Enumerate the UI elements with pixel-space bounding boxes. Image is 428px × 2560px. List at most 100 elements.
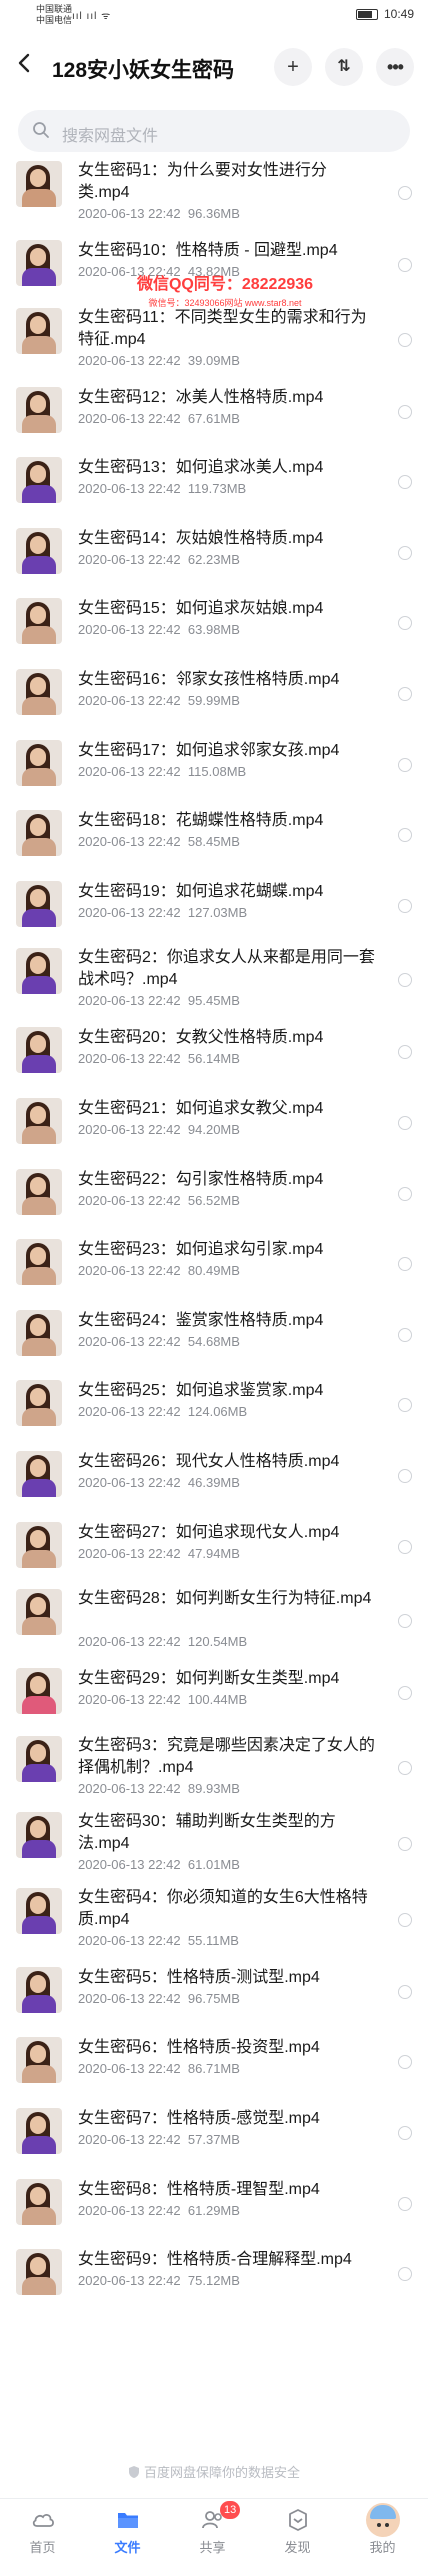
- file-list-item[interactable]: 女生密码1：为什么要对女性进行分类.mp4 2020-06-13 22:42 96…: [0, 160, 428, 236]
- avatar: [366, 2503, 400, 2537]
- file-list-item[interactable]: 女生密码16：邻家女孩性格特质.mp4 2020-06-13 22:42 59.9…: [0, 665, 428, 736]
- file-meta: 2020-06-13 22:42 100.44MB: [78, 1692, 247, 1707]
- select-checkbox[interactable]: [398, 898, 412, 913]
- file-name: 女生密码27：如何追求现代女人.mp4: [78, 1523, 340, 1541]
- search-input[interactable]: 搜索网盘文件: [18, 110, 410, 152]
- video-thumbnail: [16, 1966, 62, 2013]
- carrier-2: 中国电信: [36, 15, 73, 25]
- select-checkbox[interactable]: [398, 258, 412, 272]
- file-list-item[interactable]: 女生密码6：性格特质-投资型.mp4 2020-06-13 22:42 86.71…: [0, 2033, 428, 2104]
- file-list-item[interactable]: 女生密码2：你追求女人从来都是用同一套战术吗？.mp4 2020-06-13 22…: [0, 947, 428, 1023]
- file-list-item[interactable]: 女生密码18：花蝴蝶性格特质.mp4 2020-06-13 22:42 58.45…: [0, 806, 428, 877]
- select-checkbox[interactable]: [398, 1984, 412, 1999]
- file-list-item[interactable]: 女生密码14：灰姑娘性格特质.mp4 2020-06-13 22:42 62.23…: [0, 524, 428, 595]
- select-checkbox[interactable]: [398, 687, 412, 701]
- file-list-item[interactable]: 女生密码24：鉴赏家性格特质.mp4 2020-06-13 22:42 54.68…: [0, 1306, 428, 1377]
- select-checkbox[interactable]: [398, 2126, 412, 2140]
- file-size: 96.75MB: [187, 1990, 240, 2006]
- file-list-item[interactable]: 女生密码23：如何追求勾引家.mp4 2020-06-13 22:42 80.49…: [0, 1235, 428, 1306]
- select-checkbox[interactable]: [398, 1836, 412, 1851]
- file-size: 39.09MB: [187, 352, 240, 368]
- select-checkbox[interactable]: [398, 475, 412, 490]
- select-checkbox[interactable]: [398, 2196, 412, 2211]
- tab-mine[interactable]: 我的: [340, 2499, 425, 2560]
- file-list-item[interactable]: 女生密码22：勾引家性格特质.mp4 2020-06-13 22:42 56.52…: [0, 1165, 428, 1236]
- select-checkbox[interactable]: [398, 828, 412, 843]
- file-size: 46.39MB: [187, 1475, 240, 1490]
- file-list-item[interactable]: 女生密码8：性格特质-理智型.mp4 2020-06-13 22:42 61.29…: [0, 2175, 428, 2246]
- select-checkbox[interactable]: [398, 1760, 412, 1775]
- file-list-item[interactable]: 女生密码11：不同类型女生的需求和行为特征.mp4 2020-06-13 22:4…: [0, 307, 428, 383]
- add-button[interactable]: +: [274, 48, 312, 86]
- file-list-item[interactable]: 女生密码12：冰美人性格特质.mp4 2020-06-13 22:42 67.61…: [0, 383, 428, 454]
- file-list-item[interactable]: 女生密码25：如何追求鉴赏家.mp4 2020-06-13 22:42 124.0…: [0, 1376, 428, 1447]
- file-name: 女生密码21：如何追求女教父.mp4: [78, 1100, 324, 1117]
- file-name: 女生密码15：如何追求灰姑娘.mp4: [78, 600, 324, 618]
- file-date: 2020-06-13 22:42: [78, 1263, 181, 1279]
- file-size: 57.37MB: [187, 2132, 240, 2147]
- file-list-item[interactable]: 女生密码4：你必须知道的女生6大性格特质.mp4 2020-06-13 22:42…: [0, 1887, 428, 1963]
- file-name: 女生密码19：如何追求花蝴蝶.mp4: [78, 882, 324, 900]
- file-list-item[interactable]: 女生密码27：如何追求现代女人.mp4 2020-06-13 22:42 47.9…: [0, 1518, 428, 1589]
- tab-files-label: 文件: [114, 2540, 141, 2555]
- file-list-item[interactable]: 女生密码26：现代女人性格特质.mp4 2020-06-13 22:42 46.3…: [0, 1447, 428, 1518]
- file-size: 56.14MB: [187, 1051, 240, 1067]
- select-checkbox[interactable]: [398, 757, 412, 772]
- select-checkbox[interactable]: [398, 1539, 412, 1554]
- select-checkbox[interactable]: [398, 616, 412, 631]
- select-checkbox[interactable]: [398, 2267, 412, 2282]
- select-checkbox[interactable]: [398, 1186, 412, 1201]
- file-list-item[interactable]: 女生密码13：如何追求冰美人.mp4 2020-06-13 22:42 119.7…: [0, 453, 428, 524]
- tab-share[interactable]: 13 共享: [170, 2499, 255, 2560]
- file-name: 女生密码16：邻家女孩性格特质.mp4: [78, 671, 340, 688]
- file-name: 女生密码8：性格特质-理智型.mp4: [78, 2180, 320, 2198]
- file-list-item[interactable]: 女生密码3：究竟是哪些因素决定了女人的择偶机制？.mp4 2020-06-13 2…: [0, 1735, 428, 1811]
- select-checkbox[interactable]: [398, 1686, 412, 1701]
- select-checkbox[interactable]: [398, 1116, 412, 1130]
- select-checkbox[interactable]: [398, 1257, 412, 1272]
- select-checkbox[interactable]: [398, 404, 412, 419]
- select-checkbox[interactable]: [398, 1614, 412, 1629]
- video-thumbnail: [16, 1887, 62, 1934]
- file-list-item[interactable]: 女生密码5：性格特质-测试型.mp4 2020-06-13 22:42 96.75…: [0, 1963, 428, 2034]
- file-list-item[interactable]: 女生密码9：性格特质-合理解释型.mp4 2020-06-13 22:42 75.…: [0, 2245, 428, 2316]
- select-checkbox[interactable]: [398, 186, 412, 200]
- file-date: 2020-06-13 22:42: [78, 763, 181, 779]
- select-checkbox[interactable]: [398, 2055, 412, 2070]
- file-list-item[interactable]: 女生密码20：女教父性格特质.mp4 2020-06-13 22:42 56.14…: [0, 1023, 428, 1094]
- file-list-item[interactable]: 女生密码21：如何追求女教父.mp4 2020-06-13 22:42 94.20…: [0, 1094, 428, 1165]
- select-checkbox[interactable]: [398, 332, 412, 347]
- select-checkbox[interactable]: [398, 1912, 412, 1927]
- file-date: 2020-06-13 22:42: [78, 206, 181, 221]
- select-checkbox[interactable]: [398, 1398, 412, 1413]
- file-size: 43.82MB: [187, 264, 240, 279]
- file-list-item[interactable]: 女生密码7：性格特质-感觉型.mp4 2020-06-13 22:42 57.37…: [0, 2104, 428, 2175]
- sort-button[interactable]: ⇅: [325, 48, 363, 86]
- file-list-item[interactable]: 女生密码19：如何追求花蝴蝶.mp4 2020-06-13 22:42 127.0…: [0, 877, 428, 948]
- back-button[interactable]: [14, 52, 42, 80]
- file-list-item[interactable]: 女生密码15：如何追求灰姑娘.mp4 2020-06-13 22:42 63.98…: [0, 594, 428, 665]
- select-checkbox[interactable]: [398, 973, 412, 988]
- select-checkbox[interactable]: [398, 1469, 412, 1483]
- file-date: 2020-06-13 22:42: [78, 693, 181, 708]
- tab-files[interactable]: 文件: [85, 2499, 170, 2560]
- signal-icon: ııl ııl ᯤ: [72, 11, 112, 22]
- file-size: 62.23MB: [187, 551, 240, 567]
- select-checkbox[interactable]: [398, 1327, 412, 1342]
- file-date: 2020-06-13 22:42: [78, 1404, 181, 1420]
- select-checkbox[interactable]: [398, 1045, 412, 1060]
- tab-home[interactable]: 首页: [0, 2499, 85, 2560]
- file-list-item[interactable]: 女生密码17：如何追求邻家女孩.mp4 2020-06-13 22:42 115.…: [0, 736, 428, 807]
- tab-discover[interactable]: 发现: [255, 2499, 340, 2560]
- select-checkbox[interactable]: [398, 545, 412, 560]
- file-meta: 2020-06-13 22:42 94.20MB: [78, 1122, 240, 1137]
- file-list-item[interactable]: 女生密码28：如何判断女生行为特征.mp4 2020-06-13 22:42 12…: [0, 1588, 428, 1664]
- file-meta: 2020-06-13 22:42 43.82MB: [78, 264, 240, 279]
- file-meta: 2020-06-13 22:42 115.08MB: [78, 764, 246, 779]
- file-list-item[interactable]: 女生密码30：辅助判断女生类型的方法.mp4 2020-06-13 22:42 6…: [0, 1811, 428, 1887]
- more-button[interactable]: •••: [376, 48, 414, 86]
- file-list-item[interactable]: 女生密码29：如何判断女生类型.mp4 2020-06-13 22:42 100.…: [0, 1664, 428, 1735]
- battery-icon: [355, 8, 378, 20]
- file-list-item[interactable]: 女生密码10：性格特质 - 回避型.mp4 2020-06-13 22:42 43…: [0, 236, 428, 307]
- file-meta: 2020-06-13 22:42 75.12MB: [78, 2273, 240, 2288]
